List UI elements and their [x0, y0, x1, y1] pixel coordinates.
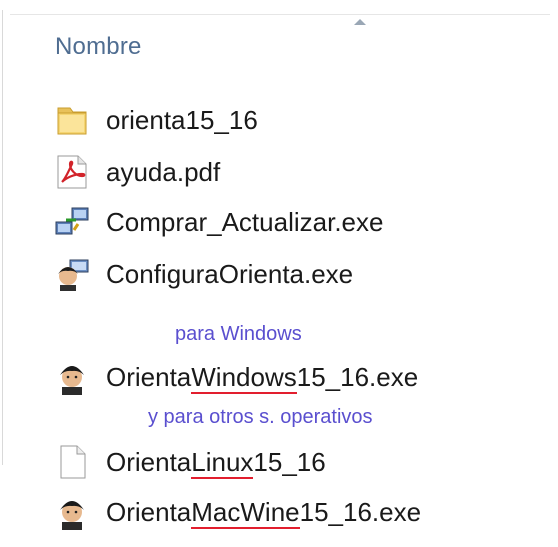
file-name-prefix: Orienta: [106, 447, 192, 477]
file-name: Comprar_Actualizar.exe: [106, 207, 384, 237]
file-name-highlight: MacWine: [191, 497, 300, 529]
header-divider: [10, 14, 550, 15]
file-name-prefix: Orienta: [106, 497, 192, 527]
character-icon: [52, 359, 92, 395]
file-row-linux[interactable]: OrientaLinux15_16: [52, 440, 532, 480]
note-for-windows: para Windows: [175, 323, 302, 345]
file-name-highlight: Linux: [191, 447, 254, 479]
file-name: OrientaWindows15_16.exe: [106, 362, 419, 394]
file-name: OrientaLinux15_16: [106, 447, 326, 479]
file-row-exe[interactable]: Comprar_Actualizar.exe: [52, 200, 532, 240]
panel-left-border: [2, 10, 3, 465]
folder-icon: [52, 102, 92, 138]
file-row-windows-exe[interactable]: OrientaWindows15_16.exe: [52, 355, 532, 395]
note-other-os: y para otros s. operativos: [148, 406, 373, 428]
pdf-icon: [52, 154, 92, 190]
blank-file-icon: [52, 444, 92, 480]
file-list-panel: Nombre orienta15_16 ayuda.pdf Comprar_Ac…: [0, 0, 558, 547]
network-computer-icon: [52, 204, 92, 240]
file-name-suffix: 15_16.exe: [299, 497, 422, 527]
file-name: ayuda.pdf: [106, 157, 221, 187]
file-row-mac-exe[interactable]: OrientaMacWine15_16.exe: [52, 490, 532, 530]
file-name-highlight: Windows: [191, 362, 297, 394]
column-header-name[interactable]: Nombre: [10, 14, 550, 72]
file-row-exe[interactable]: ConfiguraOrienta.exe: [52, 252, 532, 292]
file-name: orienta15_16: [106, 105, 258, 135]
file-name-suffix: 15_16.exe: [296, 362, 419, 392]
character-computer-icon: [52, 256, 92, 292]
sort-ascending-icon: [354, 19, 366, 25]
file-row-pdf[interactable]: ayuda.pdf: [52, 150, 532, 190]
file-name: ConfiguraOrienta.exe: [106, 259, 354, 289]
file-name-prefix: Orienta: [106, 362, 192, 392]
file-row-folder[interactable]: orienta15_16: [52, 98, 532, 138]
character-icon: [52, 494, 92, 530]
column-name-label: Nombre: [55, 33, 142, 60]
file-name-suffix: 15_16: [253, 447, 326, 477]
file-name: OrientaMacWine15_16.exe: [106, 497, 422, 529]
